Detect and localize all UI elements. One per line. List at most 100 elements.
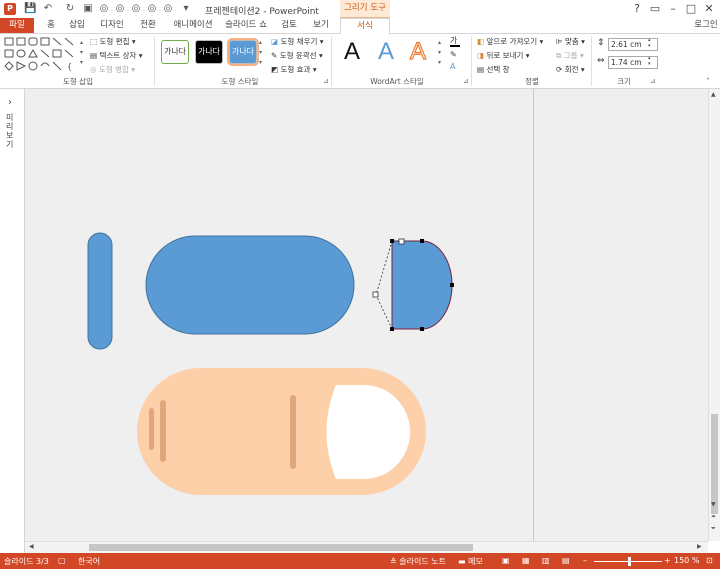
half-circle-shape[interactable] [391, 240, 453, 330]
tab-insert[interactable]: 삽입 [66, 18, 88, 33]
dialog-launcher-icon[interactable]: ⊿ [463, 77, 469, 85]
shape-fill-button[interactable]: ◪ 도형 채우기 ▾ [271, 36, 324, 47]
shape-icon[interactable]: ◎ [98, 3, 110, 15]
slide-sorter-icon[interactable]: ▦ [522, 556, 530, 565]
selection-pane-button[interactable]: ▤ 선택 창 [477, 64, 510, 75]
send-backward-button[interactable]: ◨ 뒤로 보내기 ▾ [477, 50, 530, 61]
zoom-out-icon[interactable]: – [583, 556, 587, 565]
shape-icon[interactable]: ◎ [130, 3, 142, 15]
align-button[interactable]: ⊫ 맞춤 ▾ [556, 36, 585, 47]
dialog-launcher-icon[interactable]: ⊿ [323, 77, 329, 85]
group-icon: ⧉ [556, 51, 562, 60]
undo-icon[interactable]: ↶ [42, 3, 54, 15]
slide-shapes [87, 232, 454, 495]
redo-icon[interactable]: ↻ [64, 3, 76, 15]
edit-point-handle[interactable] [390, 239, 394, 243]
scroll-down-icon[interactable]: ▼ [711, 501, 716, 508]
shape-icon[interactable]: ◎ [162, 3, 174, 15]
thumbnail-pane-label[interactable]: 미리 보기 [6, 113, 16, 149]
scroll-up-icon[interactable]: ▲ [711, 91, 716, 98]
bring-forward-button[interactable]: ◧ 앞으로 가져오기 ▾ [477, 36, 543, 47]
scroll-left-icon[interactable]: ◀ [29, 543, 34, 550]
reading-view-icon[interactable]: ▥ [542, 556, 550, 565]
wordart-black[interactable]: A [344, 38, 360, 66]
shape-style-more-icon[interactable]: ▴ ▾ ▾ [259, 38, 266, 72]
edit-shape-button[interactable]: ⬚ 도형 편집 ▾ [90, 36, 136, 47]
zoom-in-icon[interactable]: + [664, 556, 671, 565]
slideshow-view-icon[interactable]: ▤ [562, 556, 570, 565]
language-indicator[interactable]: 한국어 [78, 556, 100, 567]
edit-point-handle[interactable] [398, 238, 405, 245]
scroll-right-icon[interactable]: ▶ [697, 543, 702, 550]
shape-icon[interactable]: ◎ [114, 3, 126, 15]
shape-effects-button[interactable]: ◩ 도형 효과 ▾ [271, 64, 317, 75]
edit-point-handle[interactable] [390, 327, 394, 331]
edit-point-handle[interactable] [372, 291, 379, 298]
text-effects-icon[interactable]: A [450, 62, 455, 71]
fit-to-window-icon[interactable]: ⊡ [706, 556, 713, 565]
merge-shapes-button[interactable]: ◎ 도형 병합 ▾ [90, 64, 135, 75]
wordart-orange[interactable]: A [409, 37, 426, 66]
shape-styles-group-label: 도형 스타일 [221, 77, 259, 86]
shape-outline-button[interactable]: ✎ 도형 윤곽선 ▾ [271, 50, 323, 61]
shape-gallery-more-icon[interactable]: ▴ ▾ ▾ [80, 38, 86, 72]
shape-style-white[interactable]: 가나다 [161, 40, 189, 64]
normal-view-icon[interactable]: ▣ [502, 556, 510, 565]
next-slide-icon[interactable]: ⏷ [711, 525, 716, 533]
group-button[interactable]: ⧉ 그룹 ▾ [556, 50, 584, 61]
help-icon[interactable]: ? [628, 2, 646, 16]
zoom-slider[interactable] [594, 557, 662, 566]
maximize-icon[interactable]: □ [682, 2, 700, 16]
tab-home[interactable]: 홈 [40, 18, 62, 33]
height-spin-icon[interactable]: ▴ ▾ [648, 37, 651, 49]
tab-slideshow[interactable]: 슬라이드 쇼 [224, 18, 268, 33]
tab-design[interactable]: 디자인 [96, 18, 128, 33]
text-box-button[interactable]: ▤ 텍스트 상자 ▾ [90, 50, 143, 61]
text-fill-icon[interactable]: 가 [450, 36, 460, 47]
shape-icon[interactable]: ◎ [146, 3, 158, 15]
tab-review[interactable]: 검토 [278, 18, 300, 33]
zoom-level[interactable]: 150 % [674, 556, 699, 565]
shape-style-black[interactable]: 가나다 [195, 40, 223, 64]
dialog-launcher-icon[interactable]: ⊿ [650, 77, 656, 85]
slide-canvas[interactable] [25, 89, 708, 541]
tab-view[interactable]: 보기 [310, 18, 332, 33]
collapse-ribbon-icon[interactable]: ˄ [706, 77, 710, 86]
edit-point-handle[interactable] [450, 283, 454, 287]
tab-transitions[interactable]: 전환 [136, 18, 160, 33]
customize-quick-access-icon[interactable]: ▾ [180, 3, 192, 15]
notes-button[interactable]: ≙ 슬라이드 노트 [390, 556, 446, 567]
save-icon[interactable]: 💾 [24, 3, 36, 15]
width-spin-icon[interactable]: ▴ ▾ [648, 55, 651, 67]
tab-animations[interactable]: 애니메이션 [170, 18, 216, 33]
ribbon-tabs: 파일 홈 삽입 디자인 전환 애니메이션 슬라이드 쇼 검토 보기 서식 로그인 [0, 18, 720, 35]
rotate-icon: ⟳ [556, 65, 563, 74]
comments-button[interactable]: ▬ 메모 [458, 556, 483, 567]
horizontal-scroll-thumb[interactable] [89, 544, 473, 551]
vertical-scroll-thumb[interactable] [711, 414, 718, 514]
signin-link[interactable]: 로그인 [694, 18, 718, 33]
minimize-icon[interactable]: – [664, 2, 682, 16]
wordart-blue[interactable]: A [378, 38, 394, 66]
text-outline-icon[interactable]: ✎ [450, 50, 457, 59]
shape-style-blue[interactable]: 가나다 [227, 38, 259, 66]
tab-file[interactable]: 파일 [0, 18, 34, 33]
vertical-scrollbar[interactable]: ▲ ▼ ⏶ ⏷ [708, 89, 720, 541]
ribbon-display-icon[interactable]: ▭ [646, 2, 664, 16]
slideshow-icon[interactable]: ▣ [82, 3, 94, 15]
slide-counter[interactable]: 슬라이드 3/3 [4, 556, 49, 567]
edit-point-handle[interactable] [420, 239, 424, 243]
tab-format[interactable]: 서식 [340, 18, 390, 35]
previous-slide-icon[interactable]: ⏶ [711, 513, 716, 521]
zoom-slider-thumb[interactable] [628, 557, 631, 566]
vertical-pill-shape[interactable] [87, 232, 113, 350]
rotate-button[interactable]: ⟳ 회전 ▾ [556, 64, 585, 75]
wordart-more-icon[interactable]: ▴ ▾ ▾ [438, 38, 445, 72]
edit-point-handle[interactable] [420, 327, 424, 331]
close-icon[interactable]: ✕ [700, 2, 718, 16]
edit-shape-label: 도형 편집 [99, 37, 130, 46]
horizontal-pill-shape[interactable] [145, 235, 355, 335]
spellcheck-icon[interactable]: ▢ [58, 556, 66, 565]
expand-pane-icon[interactable]: › [8, 97, 12, 108]
shape-gallery[interactable]: { [3, 36, 81, 74]
